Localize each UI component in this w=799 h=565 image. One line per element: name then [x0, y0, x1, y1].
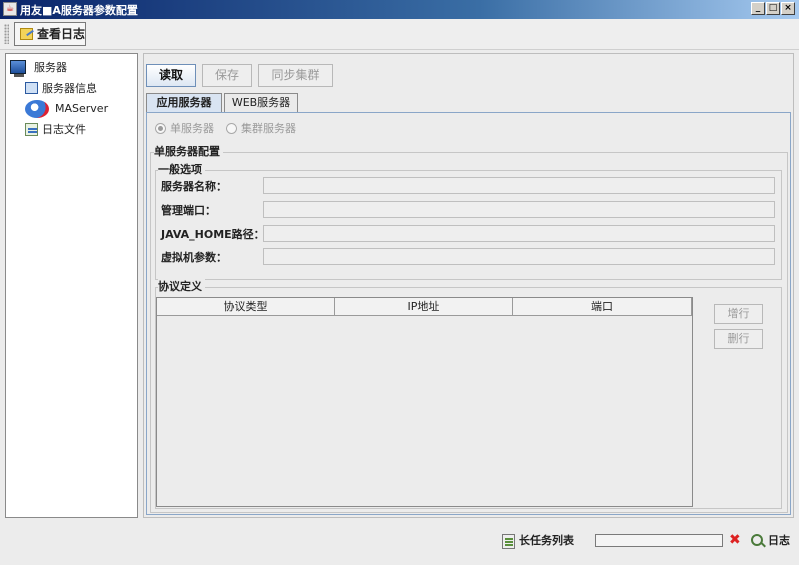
toolbar-grip-icon[interactable] — [4, 24, 9, 44]
radio-label: 集群服务器 — [241, 122, 296, 135]
radio-label: 单服务器 — [170, 122, 214, 135]
window-title: 用友■A服务器参数配置 — [20, 4, 138, 17]
protocol-definition-title: 协议定义 — [158, 278, 205, 294]
admin-port-input[interactable] — [263, 201, 775, 218]
tree-node-label: 服务器信息 — [42, 82, 97, 95]
long-task-list-link[interactable]: 长任务列表 — [519, 533, 574, 549]
view-log-label: 查看日志 — [37, 27, 86, 41]
protocol-table[interactable]: 协议类型 IP地址 端口 — [156, 297, 693, 507]
add-row-button[interactable]: 增行 — [714, 304, 763, 324]
minimize-button[interactable]: _ — [751, 2, 765, 15]
tree-node-log-file[interactable]: 日志文件 — [25, 121, 133, 139]
main-panel: 读取 保存 同步集群 应用服务器 WEB服务器 单服务器 集群服务器 单服务器配… — [143, 53, 794, 518]
close-icon[interactable]: ✖ — [729, 532, 741, 548]
tab-web-server[interactable]: WEB服务器 — [224, 93, 298, 112]
jvm-args-input[interactable] — [263, 248, 775, 265]
search-icon[interactable] — [751, 534, 763, 546]
toolbar: 查看日志 — [0, 19, 799, 50]
tab-app-server[interactable]: 应用服务器 — [146, 93, 222, 113]
column-header-port[interactable]: 端口 — [513, 298, 692, 316]
tab-panel-app-server: 单服务器 集群服务器 单服务器配置 一般选项 服务器名称： 管理端口： JAVA… — [146, 112, 791, 515]
navigation-tree[interactable]: 服务器 服务器信息 MAServer 日志文件 — [5, 53, 138, 518]
tree-node-server-info[interactable]: 服务器信息 — [25, 80, 133, 98]
view-log-button[interactable]: 查看日志 — [14, 22, 86, 46]
monitor-icon — [25, 82, 38, 94]
server-name-label: 服务器名称： — [161, 180, 227, 193]
java-home-input[interactable] — [263, 225, 775, 242]
tree-node-label: 服务器 — [34, 61, 67, 74]
jvm-args-label: 虚拟机参数： — [161, 251, 227, 264]
java-icon[interactable]: ☕ — [3, 2, 17, 16]
close-button[interactable]: × — [781, 2, 795, 15]
task-progress-bar — [595, 534, 723, 547]
log-file-icon — [25, 123, 38, 136]
title-bar: ☕ 用友■A服务器参数配置 _ □ × — [0, 0, 799, 19]
tree-node-label: MAServer — [55, 102, 109, 115]
task-list-icon[interactable] — [502, 534, 515, 549]
status-bar: 长任务列表 ✖ 日志 — [0, 522, 799, 565]
log-viewer-icon — [20, 28, 33, 40]
column-header-ip-address[interactable]: IP地址 — [335, 298, 513, 316]
tree-node-label: 日志文件 — [42, 123, 86, 136]
ma-server-icon — [25, 100, 49, 118]
admin-port-label: 管理端口： — [161, 204, 216, 217]
maximize-button[interactable]: □ — [766, 2, 780, 15]
log-link[interactable]: 日志 — [768, 533, 790, 549]
general-options-title: 一般选项 — [158, 161, 205, 177]
server-icon — [10, 60, 26, 77]
single-server-config-title: 单服务器配置 — [154, 143, 223, 159]
column-header-protocol-type[interactable]: 协议类型 — [157, 298, 335, 316]
radio-unselected-icon — [226, 123, 237, 134]
java-home-label: JAVA_HOME路径： — [161, 228, 265, 241]
tab-bar: 应用服务器 WEB服务器 — [146, 93, 786, 113]
save-button[interactable]: 保存 — [202, 64, 252, 87]
radio-selected-icon — [155, 123, 166, 134]
tree-node-server[interactable]: 服务器 — [10, 59, 130, 77]
server-name-input[interactable] — [263, 177, 775, 194]
delete-row-button[interactable]: 删行 — [714, 329, 763, 349]
sync-cluster-button[interactable]: 同步集群 — [258, 64, 333, 87]
read-button[interactable]: 读取 — [146, 64, 196, 87]
tree-node-maserver[interactable]: MAServer — [25, 100, 133, 118]
